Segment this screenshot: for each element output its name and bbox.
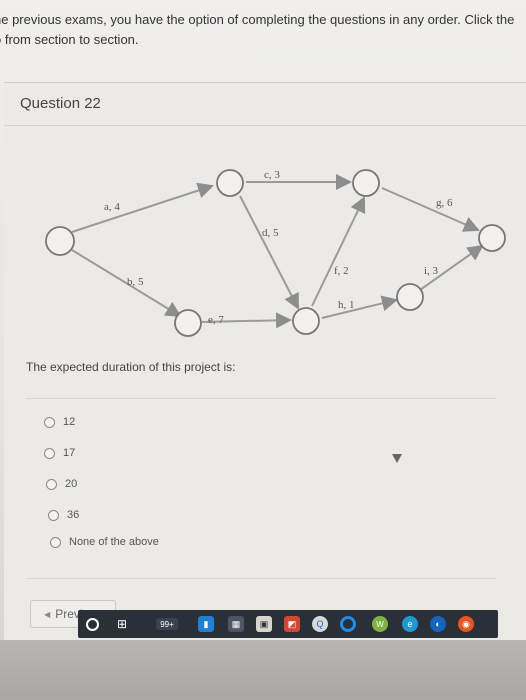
edge-label-c: c, 3 [264, 169, 280, 181]
edge-label-i: i, 3 [424, 265, 439, 277]
options-divider-bottom [26, 578, 496, 579]
network-diagram: a, 4 b, 5 c, 3 d, 5 e, 7 f, 2 g, 6 h, 1 … [45, 169, 506, 337]
search-app-icon[interactable]: Q [312, 616, 328, 632]
edge-a [71, 182, 214, 233]
app-w-icon[interactable]: W [372, 616, 388, 632]
edge-label-b: b, 5 [127, 276, 144, 288]
calculator-icon[interactable]: ▦ [228, 616, 244, 632]
node-2 [216, 169, 244, 197]
node-6 [396, 283, 424, 311]
answer-option-17[interactable]: 17 [44, 447, 75, 459]
edge-b [71, 249, 182, 318]
edge-label-f: f, 2 [334, 265, 349, 277]
option-label: 36 [67, 509, 80, 521]
radio-icon[interactable] [46, 478, 57, 490]
option-label: None of the above [69, 536, 159, 548]
taskbar: ⊞ 99+ ▮ ▦ ▣ ◩ Q W e ◐ ◉ [78, 610, 498, 638]
browser-icon[interactable]: ◐ [430, 616, 446, 632]
edge-label-g: g, 6 [436, 197, 453, 209]
node-3 [174, 309, 202, 337]
radio-icon[interactable] [44, 447, 55, 459]
answer-option-12[interactable]: 12 [44, 416, 75, 428]
mouse-cursor-icon [392, 454, 402, 463]
option-label: 17 [63, 447, 76, 459]
edge-browser-icon[interactable]: e [402, 616, 418, 632]
store-icon[interactable]: ▮ [198, 616, 214, 632]
option-label: 12 [63, 416, 76, 428]
radio-icon[interactable] [44, 416, 55, 428]
option-label: 20 [65, 478, 78, 490]
caret-left-icon: ◀ [44, 609, 51, 619]
node-7 [478, 224, 506, 252]
task-view-icon[interactable]: ⊞ [114, 616, 130, 632]
options-divider-top [26, 398, 496, 399]
mail-badge-icon[interactable]: 99+ [156, 618, 178, 630]
briefcase-icon[interactable]: ▣ [256, 616, 272, 632]
edge-f [311, 196, 366, 307]
edge-d [239, 195, 299, 310]
node-5 [292, 307, 320, 335]
desk-background [0, 640, 526, 700]
node-1 [45, 226, 75, 256]
chrome-icon[interactable]: ◉ [458, 616, 474, 632]
question-prompt: The expected duration of this project is… [26, 360, 236, 374]
edge-label-h: h, 1 [338, 299, 355, 311]
start-circle-icon[interactable] [86, 618, 99, 631]
edge-g [381, 187, 480, 232]
edge-label-d: d, 5 [262, 227, 279, 239]
cortana-icon[interactable] [340, 616, 356, 632]
exam-page: he previous exams, you have the option o… [0, 0, 526, 643]
edge-label-e: e, 7 [208, 314, 224, 326]
office-icon[interactable]: ◩ [284, 616, 300, 632]
radio-icon[interactable] [48, 509, 59, 521]
answer-option-none[interactable]: None of the above [50, 536, 159, 548]
edge-h [321, 295, 398, 319]
edge-label-a: a, 4 [104, 201, 120, 213]
node-4 [352, 169, 380, 197]
answer-option-36[interactable]: 36 [48, 509, 79, 521]
answer-option-20[interactable]: 20 [46, 478, 77, 490]
radio-icon[interactable] [50, 536, 61, 548]
